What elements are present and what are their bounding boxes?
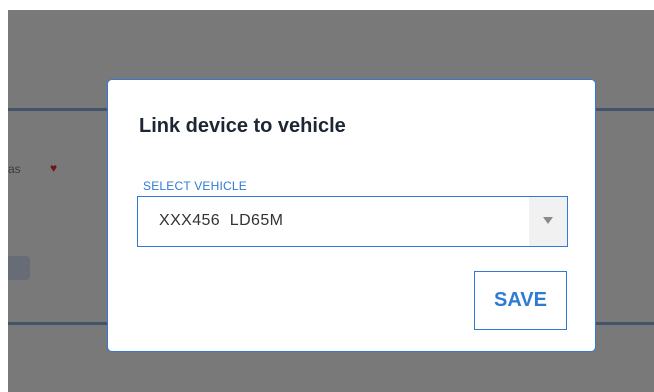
select-vehicle-label: SELECT VEHICLE [143,179,247,193]
save-button[interactable]: SAVE [474,271,567,330]
selected-vehicle-value: XXX456 LD65M [159,212,284,229]
chevron-down-icon [543,217,553,224]
dialog-title: Link device to vehicle [139,115,346,137]
vehicle-select[interactable]: XXX456 LD65M [137,196,568,247]
select-dropdown-toggle[interactable] [529,197,567,246]
app-background: as ♥ Link device to vehicle SELECT VEHIC… [8,10,654,392]
link-device-dialog: Link device to vehicle SELECT VEHICLE XX… [107,79,596,352]
